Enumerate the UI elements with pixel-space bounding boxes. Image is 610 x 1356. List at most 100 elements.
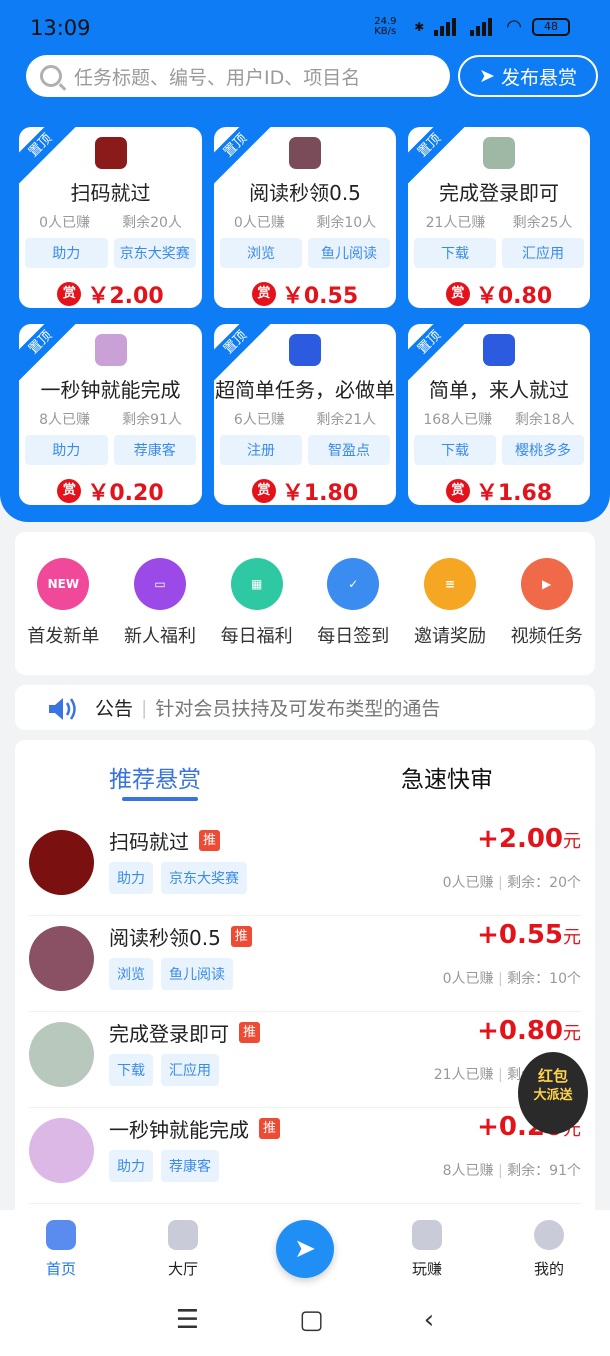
task-list-panel: 推荐悬赏 急速快审 扫码就过推 助力 京东大奖赛 +2.00元 0人已赚 | 剩余… xyxy=(15,740,595,1210)
task-row[interactable]: 一秒钟就能完成推 助力 荐康客 +0.20元 8人已赚 | 剩余：91个 xyxy=(29,1108,581,1204)
featured-card[interactable]: 置顶 完成登录即可 21人已赚 剩余25人 下载 汇应用 赏 ￥0.80 xyxy=(408,127,590,308)
task-title: 扫码就过 xyxy=(109,830,189,854)
task-title: 一秒钟就能完成 xyxy=(109,1118,249,1142)
tab-fast-review[interactable]: 急速快审 xyxy=(401,760,493,794)
featured-card[interactable]: 置顶 简单，来人就过 168人已赚 剩余18人 下载 樱桃多多 赏 ￥1.68 xyxy=(408,324,590,505)
system-nav: ☰ ▢ ‹ xyxy=(0,1300,610,1340)
nav-center-publish[interactable]: ➤ xyxy=(265,1220,345,1279)
red-envelope-button[interactable]: 红包 大派送 xyxy=(518,1052,588,1134)
reward-icon: 赏 xyxy=(445,282,470,306)
task-app-icon xyxy=(483,334,515,366)
task-price: +2.00 xyxy=(477,824,563,854)
signal-icon-2 xyxy=(470,17,496,36)
price-unit: 元 xyxy=(563,1023,581,1044)
hongbao-line2: 大派送 xyxy=(533,1088,573,1103)
home-button-icon[interactable]: ▢ xyxy=(299,1305,324,1335)
menu-item[interactable]: ✓ 每日签到 xyxy=(308,558,398,675)
card-earned: 0人已赚 xyxy=(233,215,285,231)
menu-item[interactable]: ≡ 邀请奖励 xyxy=(405,558,495,675)
quick-menu: NEW 首发新单 ▭ 新人福利 ▦ 每日福利 ✓ 每日签到 ≡ 邀请奖励 ▶ 视频任务 xyxy=(15,532,595,675)
stat-divider: | xyxy=(498,875,503,891)
nav-hall-label: 大厅 xyxy=(167,1260,198,1278)
menu-item[interactable]: ▶ 视频任务 xyxy=(502,558,592,675)
net-speed: 24.9 KB/s xyxy=(374,15,397,37)
card-remain: 剩余91人 xyxy=(122,412,182,428)
nav-play-earn[interactable]: 玩赚 xyxy=(387,1220,467,1279)
nav-play-earn-label: 玩赚 xyxy=(411,1260,442,1278)
stat-divider: | xyxy=(498,1163,503,1179)
nav-hall[interactable]: 大厅 xyxy=(143,1220,223,1279)
search-icon xyxy=(40,65,62,87)
nav-mine[interactable]: 我的 xyxy=(509,1220,589,1279)
paper-plane-icon: ➤ xyxy=(276,1220,334,1278)
wifi-icon: ◠ xyxy=(506,16,522,37)
card-earned: 6人已赚 xyxy=(233,412,285,428)
menu-icon[interactable]: ☰ xyxy=(176,1305,199,1335)
card-remain: 剩余25人 xyxy=(512,215,573,231)
card-tag: 鱼儿阅读 xyxy=(308,238,390,268)
avatar xyxy=(29,1118,94,1183)
task-tag: 鱼儿阅读 xyxy=(161,958,233,990)
grid-icon xyxy=(412,1220,442,1250)
menu-label: 视频任务 xyxy=(510,626,583,647)
notice-divider: | xyxy=(141,696,148,719)
menu-icon: ▭ xyxy=(133,558,186,610)
hongbao-line1: 红包 xyxy=(537,1067,568,1085)
task-row[interactable]: 扫码就过推 助力 京东大奖赛 +2.00元 0人已赚 | 剩余：20个 xyxy=(29,820,581,916)
menu-item[interactable]: ▭ 新人福利 xyxy=(115,558,205,675)
document-icon xyxy=(168,1220,198,1250)
search-input[interactable]: 任务标题、编号、用户ID、项目名 xyxy=(26,55,450,97)
card-tag: 助力 xyxy=(25,238,108,268)
task-app-icon xyxy=(94,137,127,169)
price-unit: 元 xyxy=(563,831,581,852)
task-tag: 荐康客 xyxy=(161,1150,219,1182)
task-remain: 剩余：10个 xyxy=(507,971,581,987)
speaker-icon xyxy=(47,696,77,720)
task-title: 完成登录即可 xyxy=(109,1022,229,1046)
nav-home[interactable]: 首页 xyxy=(21,1220,101,1279)
task-row[interactable]: 阅读秒领0.5 推 浏览 鱼儿阅读 +0.55元 0人已赚 | 剩余：10个 xyxy=(29,916,581,1012)
signal-icon xyxy=(434,17,460,36)
task-remain: 剩余：20个 xyxy=(507,875,581,891)
card-earned: 168人已赚 xyxy=(423,412,493,428)
featured-card[interactable]: 置顶 扫码就过 0人已赚 剩余20人 助力 京东大奖赛 赏 ￥2.00 xyxy=(19,127,202,308)
avatar xyxy=(29,1022,94,1087)
card-earned: 21人已赚 xyxy=(425,215,486,231)
task-app-icon xyxy=(289,334,321,366)
avatar xyxy=(29,926,94,991)
card-tag: 浏览 xyxy=(220,238,302,268)
list-tabs: 推荐悬赏 急速快审 xyxy=(15,740,595,810)
featured-card[interactable]: 置顶 一秒钟就能完成 8人已赚 剩余91人 助力 荐康客 赏 ￥0.20 xyxy=(19,324,202,505)
task-earned: 0人已赚 xyxy=(442,875,494,891)
menu-item[interactable]: NEW 首发新单 xyxy=(18,558,108,675)
publish-label: 发布悬赏 xyxy=(500,66,577,89)
task-app-icon xyxy=(94,334,127,366)
back-icon[interactable]: ‹ xyxy=(424,1305,434,1335)
nav-mine-label: 我的 xyxy=(533,1260,564,1278)
card-price: ￥0.80 xyxy=(475,284,553,308)
reward-icon: 赏 xyxy=(57,479,82,503)
menu-icon: ▶ xyxy=(520,558,573,610)
task-app-icon xyxy=(289,137,321,169)
menu-label: 新人福利 xyxy=(123,626,196,647)
featured-card[interactable]: 置顶 超简单任务，必做单 6人已赚 剩余21人 注册 智盈点 赏 ￥1.80 xyxy=(214,324,396,505)
card-title: 完成登录即可 xyxy=(439,181,559,205)
task-row[interactable]: 完成登录即可推 下载汇应用 +0.80元 21人已赚 | 剩余：25个 xyxy=(29,1012,581,1108)
menu-label: 邀请奖励 xyxy=(413,626,486,647)
card-title: 扫码就过 xyxy=(70,181,151,205)
card-earned: 8人已赚 xyxy=(39,412,90,428)
task-price: +0.55 xyxy=(477,920,563,950)
notice-bar[interactable]: 公告 | 针对会员扶持及可发布类型的通告 xyxy=(15,685,595,730)
menu-item[interactable]: ▦ 每日福利 xyxy=(212,558,302,675)
publish-button[interactable]: ➤ 发布悬赏 xyxy=(458,55,598,97)
paper-plane-icon: ➤ xyxy=(479,65,495,87)
status-time: 13:09 xyxy=(30,16,91,40)
task-tag: 助力 xyxy=(109,1150,153,1182)
tab-recommended[interactable]: 推荐悬赏 xyxy=(109,760,201,794)
task-earned: 0人已赚 xyxy=(442,971,494,987)
card-title: 超简单任务，必做单 xyxy=(215,378,395,402)
home-icon xyxy=(46,1220,76,1250)
featured-card[interactable]: 置顶 阅读秒领0.5 0人已赚 剩余10人 浏览 鱼儿阅读 赏 ￥0.55 xyxy=(214,127,396,308)
card-price: ￥1.80 xyxy=(281,481,359,505)
card-remain: 剩余21人 xyxy=(316,412,377,428)
